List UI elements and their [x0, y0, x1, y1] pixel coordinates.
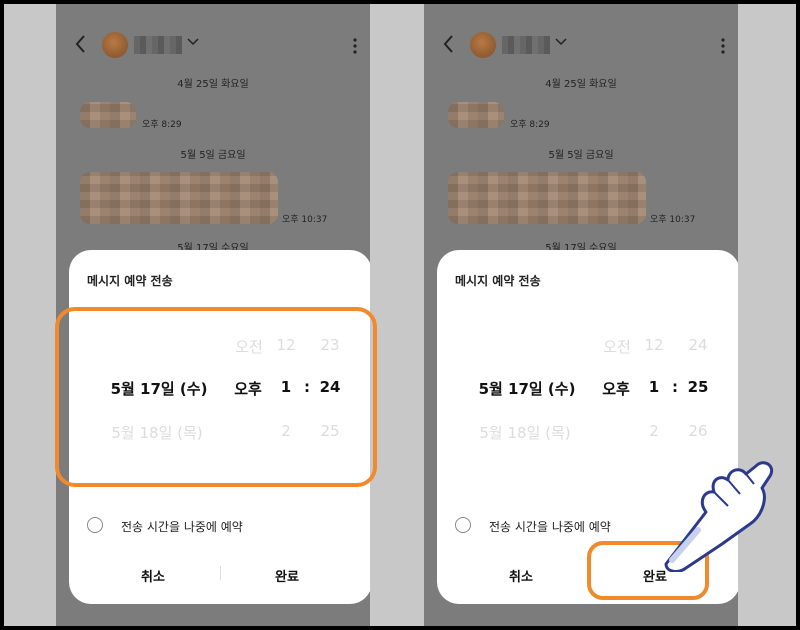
message-bubble-blurred	[448, 172, 646, 224]
cancel-button[interactable]: 취소	[93, 566, 213, 585]
pointing-hand-icon	[664, 461, 773, 572]
chat-header	[424, 28, 738, 64]
message-time: 오후 8:29	[142, 120, 182, 130]
blurred-contact-name	[502, 36, 550, 54]
message-time: 오후 8:29	[510, 120, 550, 130]
chevron-down-icon[interactable]	[186, 35, 200, 49]
dialog-title: 메시지 예약 전송	[455, 274, 541, 288]
message-bubble-blurred	[80, 102, 136, 128]
schedule-later-radio[interactable]	[87, 517, 103, 533]
button-divider	[220, 566, 221, 580]
schedule-later-radio[interactable]	[455, 517, 471, 533]
back-arrow-icon[interactable]	[74, 34, 86, 54]
cancel-button[interactable]: 취소	[461, 566, 581, 585]
blurred-contact-name	[134, 36, 182, 54]
avatar[interactable]	[470, 32, 496, 58]
picker-hour-prev[interactable]: 12	[639, 336, 669, 354]
schedule-later-label[interactable]: 전송 시간을 나중에 예약	[489, 518, 611, 535]
more-options-icon[interactable]	[720, 36, 726, 56]
message-bubble-blurred	[448, 102, 504, 128]
date-separator: 4월 25일 화요일	[177, 79, 249, 90]
message-time: 오후 10:37	[650, 215, 696, 225]
picker-date-next[interactable]: 5월 18일 (목)	[459, 422, 591, 443]
back-arrow-icon[interactable]	[442, 34, 454, 54]
done-button[interactable]: 완료	[227, 566, 347, 585]
chevron-down-icon[interactable]	[554, 35, 568, 49]
avatar[interactable]	[102, 32, 128, 58]
schedule-later-label[interactable]: 전송 시간을 나중에 예약	[121, 518, 243, 535]
picker-separator: :	[672, 378, 678, 396]
date-separator: 4월 25일 화요일	[545, 79, 617, 90]
picker-highlight-outline	[55, 307, 377, 487]
picker-minute-selected[interactable]: 25	[683, 378, 713, 396]
dialog-title: 메시지 예약 전송	[87, 274, 173, 288]
chat-header	[56, 28, 370, 64]
message-bubble-blurred	[80, 172, 278, 224]
picker-ampm-selected[interactable]: 오후	[595, 378, 637, 399]
date-separator: 5월 5일 금요일	[180, 150, 246, 161]
picker-ampm-prev[interactable]: 오전	[597, 336, 637, 357]
picker-date-selected[interactable]: 5월 17일 (수)	[467, 378, 587, 399]
picker-minute-prev[interactable]: 24	[683, 336, 713, 354]
date-separator: 5월 5일 금요일	[548, 150, 614, 161]
more-options-icon[interactable]	[352, 36, 358, 56]
message-time: 오후 10:37	[282, 215, 328, 225]
